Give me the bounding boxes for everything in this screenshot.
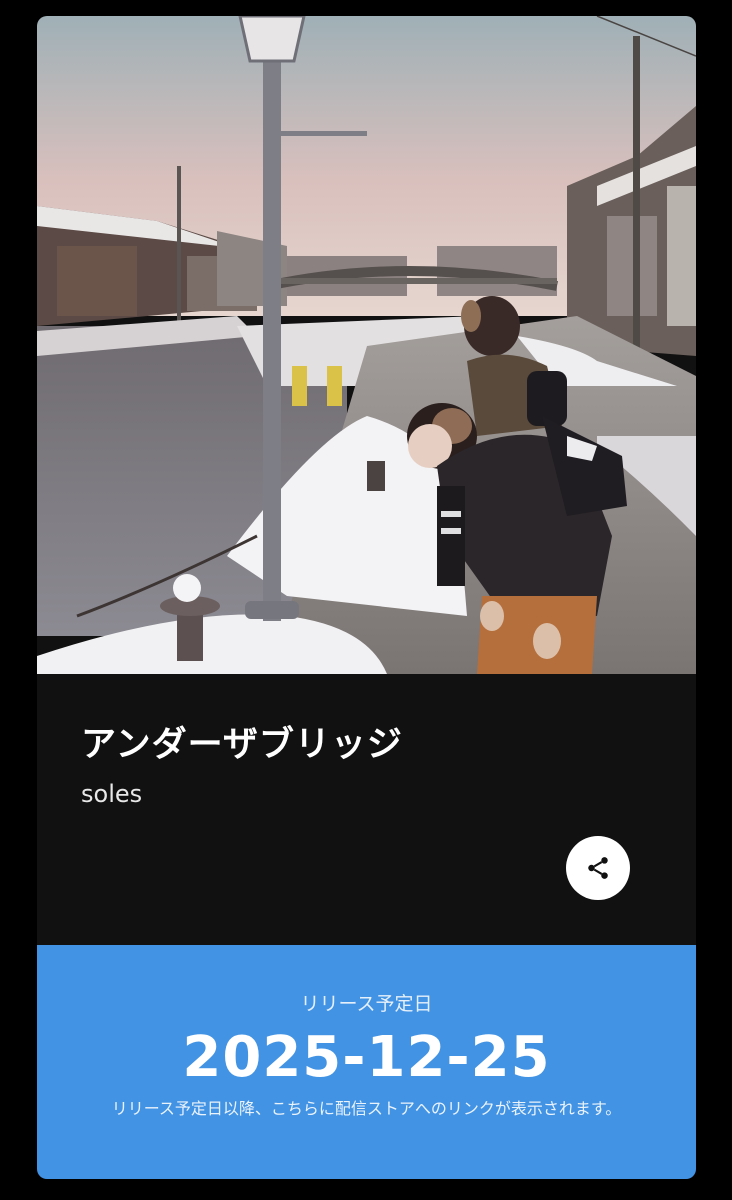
share-icon: [588, 857, 608, 879]
release-date-banner: リリース予定日 2025-12-25 リリース予定日以降、こちらに配信ストアへの…: [37, 945, 696, 1179]
release-info-panel: アンダーザブリッジ soles: [37, 674, 696, 945]
share-button[interactable]: [566, 836, 630, 900]
release-note: リリース予定日以降、こちらに配信ストアへのリンクが表示されます。: [111, 1099, 622, 1118]
artist-name: soles: [81, 780, 143, 808]
release-card: アンダーザブリッジ soles リリース予定日 2025-12-25 リリース予…: [37, 16, 696, 1179]
release-title: アンダーザブリッジ: [81, 725, 403, 765]
album-cover-image: [37, 16, 696, 674]
release-date-label: リリース予定日: [300, 993, 433, 1015]
release-date-value: 2025-12-25: [182, 1025, 551, 1090]
